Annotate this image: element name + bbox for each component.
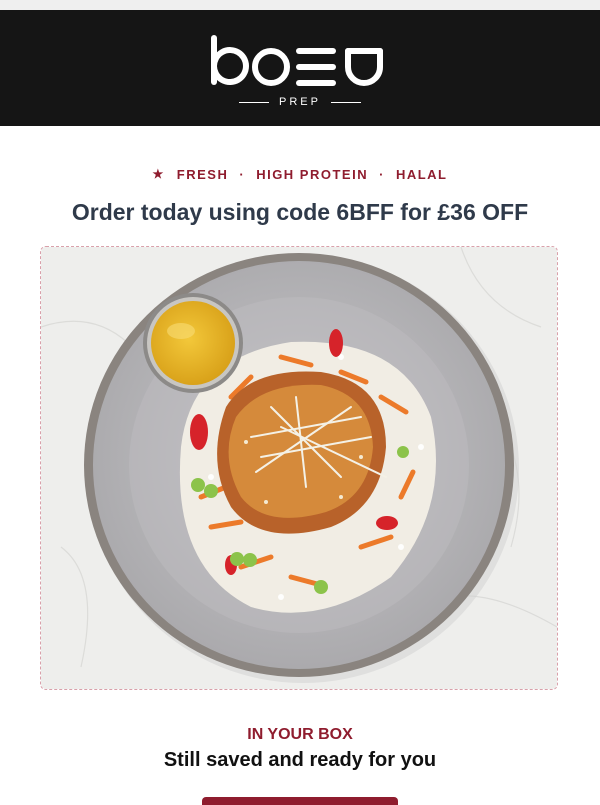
logo-rule-right — [330, 101, 361, 103]
logo-wordmark: bozu — [211, 35, 383, 86]
tag-halal: HALAL — [395, 166, 448, 182]
meal-illustration — [41, 247, 557, 689]
email-header: bozu PREP — [0, 10, 600, 126]
promo-headline: Order today using code 6BFF for £36 OFF — [71, 199, 529, 225]
in-your-box-subtitle: Still saved and ready for you — [163, 749, 437, 771]
brand-logo[interactable]: bozu PREP — [205, 34, 395, 116]
tag-high-protein: HIGH PROTEIN — [256, 166, 369, 182]
tag-separator: · — [379, 166, 385, 182]
star-icon: ★ — [152, 167, 165, 181]
hero-meal-image[interactable] — [40, 246, 558, 690]
tag-separator: · — [239, 166, 246, 182]
logo-rule-left — [239, 101, 270, 103]
logo-prep-text: PREP — [279, 96, 321, 108]
logo-subtitle: PREP — [205, 94, 395, 110]
top-strip — [0, 0, 600, 10]
tag-fresh: FRESH — [176, 166, 229, 182]
in-your-box-label: IN YOUR BOX — [247, 726, 353, 743]
view-box-button[interactable] — [202, 797, 398, 805]
tagline: ★ FRESH · HIGH PROTEIN · HALAL — [0, 164, 600, 184]
